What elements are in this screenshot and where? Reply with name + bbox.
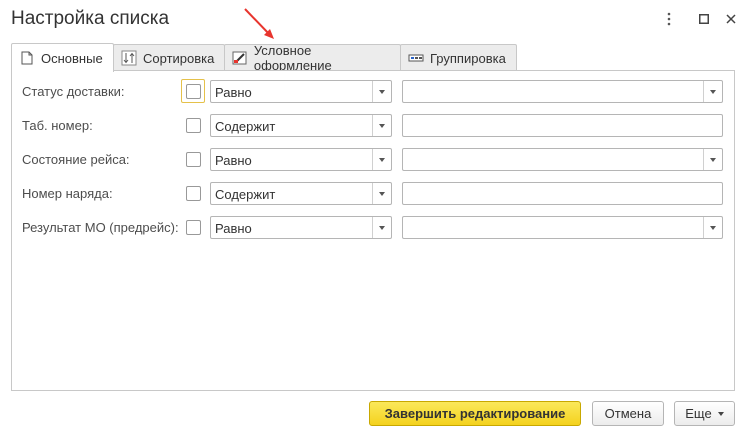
chevron-down-icon[interactable] xyxy=(372,149,391,170)
more-button-label: Еще xyxy=(685,406,712,421)
filter-label: Состояние рейса: xyxy=(22,152,130,167)
operator-value: Равно xyxy=(215,153,252,168)
finish-editing-button[interactable]: Завершить редактирование xyxy=(369,401,581,426)
tab-label: Условное оформление xyxy=(253,43,332,73)
filter-value-field[interactable] xyxy=(402,80,723,103)
filter-checkbox[interactable] xyxy=(186,152,201,167)
operator-value: Равно xyxy=(215,221,252,236)
operator-select[interactable]: Содержит xyxy=(210,114,392,137)
tab-sorting[interactable]: Сортировка xyxy=(113,44,225,71)
tab-main[interactable]: Основные xyxy=(11,43,114,72)
chevron-down-icon[interactable] xyxy=(703,81,722,102)
cancel-button[interactable]: Отмена xyxy=(592,401,664,426)
operator-value: Содержит xyxy=(215,119,276,134)
filter-value-field[interactable] xyxy=(402,216,723,239)
operator-value: Содержит xyxy=(215,187,276,202)
chevron-down-icon[interactable] xyxy=(703,217,722,238)
maximize-icon[interactable] xyxy=(697,12,711,26)
filter-row: Номер наряда: Содержит xyxy=(12,182,734,206)
filter-row: Результат МО (предрейс): Равно xyxy=(12,216,734,240)
operator-select[interactable]: Содержит xyxy=(210,182,392,205)
conditional-format-icon xyxy=(231,50,249,66)
tab-label: Основные xyxy=(41,50,103,66)
tab-label: Сортировка xyxy=(143,50,215,66)
chevron-down-icon[interactable] xyxy=(372,115,391,136)
filter-checkbox[interactable] xyxy=(186,118,201,133)
filter-label: Номер наряда: xyxy=(22,186,113,201)
operator-select[interactable]: Равно xyxy=(210,148,392,171)
filter-checkbox[interactable] xyxy=(186,84,201,99)
annotation-arrow-icon xyxy=(244,8,274,39)
grouping-icon xyxy=(407,50,425,66)
chevron-down-icon[interactable] xyxy=(372,217,391,238)
operator-select[interactable]: Равно xyxy=(210,80,392,103)
close-icon[interactable] xyxy=(724,12,738,26)
chevron-down-icon[interactable] xyxy=(372,81,391,102)
filter-label: Статус доставки: xyxy=(22,84,125,99)
operator-select[interactable]: Равно xyxy=(210,216,392,239)
filter-row: Статус доставки: Равно xyxy=(12,79,734,104)
filter-label: Результат МО (предрейс): xyxy=(22,220,179,235)
filter-checkbox[interactable] xyxy=(186,186,201,201)
document-icon xyxy=(18,50,36,66)
filter-row: Таб. номер: Содержит xyxy=(12,114,734,138)
tab-grouping[interactable]: Группировка xyxy=(400,44,517,71)
operator-value: Равно xyxy=(215,85,252,100)
tab-bar: Основные Сортировка Условное оформление … xyxy=(11,43,517,73)
sort-icon xyxy=(120,50,138,66)
tab-conditional-format[interactable]: Условное оформление xyxy=(224,43,401,73)
filter-checkbox[interactable] xyxy=(186,220,201,235)
filter-value-field[interactable] xyxy=(402,148,723,171)
filter-label: Таб. номер: xyxy=(22,118,93,133)
tab-label: Группировка xyxy=(430,50,506,66)
chevron-down-icon xyxy=(717,411,724,416)
filter-value-field[interactable] xyxy=(402,114,723,137)
filter-value-field[interactable] xyxy=(402,182,723,205)
more-button[interactable]: Еще xyxy=(674,401,735,426)
more-options-icon[interactable] xyxy=(662,12,676,26)
chevron-down-icon[interactable] xyxy=(372,183,391,204)
main-panel: Статус доставки: Равно Таб. номер: Содер… xyxy=(11,70,735,391)
chevron-down-icon[interactable] xyxy=(703,149,722,170)
window-title: Настройка списка xyxy=(11,8,170,29)
filter-row: Состояние рейса: Равно xyxy=(12,148,734,172)
